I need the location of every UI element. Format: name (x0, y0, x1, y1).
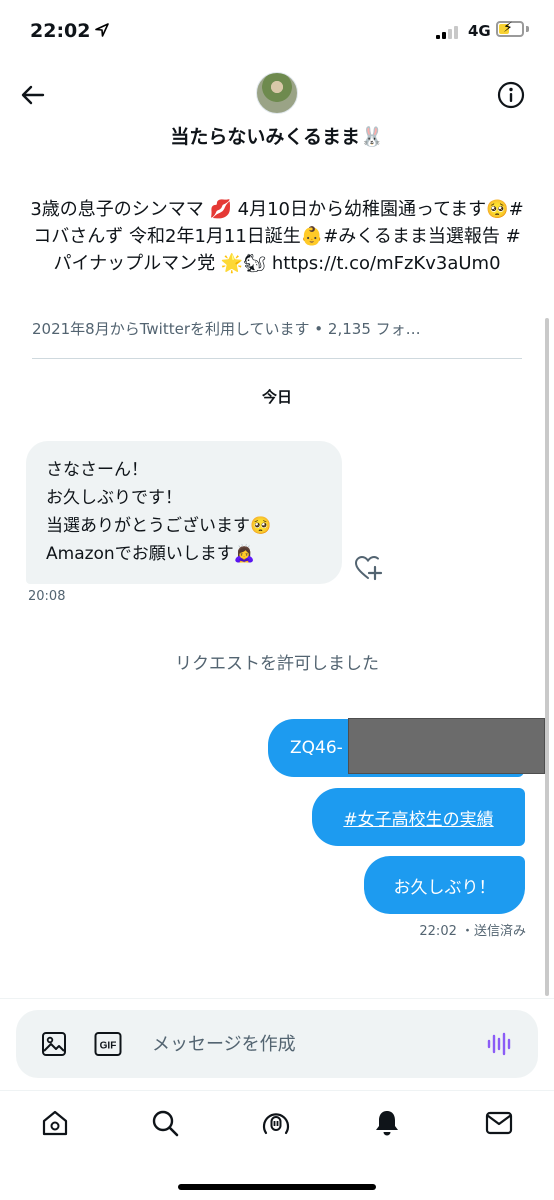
notifications-icon (376, 1111, 398, 1136)
home-indicator[interactable] (178, 1184, 376, 1190)
message-input[interactable] (152, 1030, 472, 1058)
message-line: Amazonでお願いします🙇‍♀️ (46, 544, 255, 564)
sent-message[interactable]: お久しぶり！ (364, 856, 525, 914)
signal-icon (436, 25, 462, 39)
tab-spaces[interactable] (259, 1106, 293, 1140)
voice-button[interactable] (486, 1030, 514, 1058)
network-type: 4G (468, 22, 491, 40)
gif-icon: GIF (94, 1032, 122, 1056)
battery-charging-icon: ⚡ (496, 20, 524, 37)
received-message[interactable]: さなさーん！ お久しぶりです！ 当選ありがとうございます🥺 Amazonでお願い… (26, 441, 342, 584)
sent-message-text: ZQ46- (290, 738, 343, 758)
info-icon (497, 81, 525, 109)
info-button[interactable] (494, 78, 528, 112)
voice-icon (487, 1032, 511, 1056)
status-bar: 22:02 4G ⚡ (0, 0, 554, 64)
sent-message[interactable]: #女子高校生の実績 (312, 788, 525, 846)
image-icon (42, 1032, 66, 1056)
message-line: さなさーん！ (46, 460, 148, 480)
profile-bio: 3歳の息子のシンママ 💋 4月10日から幼稚園通ってます🥺#コバさんず 令和2年… (30, 199, 524, 274)
back-arrow-icon (21, 85, 45, 105)
tabbar-divider (0, 1090, 554, 1091)
tab-search[interactable] (148, 1106, 182, 1140)
image-button[interactable] (40, 1030, 68, 1058)
divider (32, 358, 522, 359)
status-time: 22:02 (30, 20, 91, 42)
back-button[interactable] (16, 78, 50, 112)
message-composer: GIF (16, 1010, 538, 1078)
redaction-box (348, 718, 545, 774)
scrollbar[interactable] (545, 318, 549, 996)
message-line: お久しぶりです！ (46, 488, 182, 508)
sent-message-text: お久しぶり！ (393, 877, 496, 898)
profile-meta[interactable]: 2021年8月からTwitterを利用しています • 2,135 フォ… (32, 318, 522, 339)
location-arrow-icon (95, 23, 109, 37)
home-icon (42, 1110, 68, 1136)
tab-messages[interactable] (482, 1106, 516, 1140)
date-separator: 今日 (261, 388, 292, 406)
message-line: 当選ありがとうございます🥺 (46, 516, 272, 536)
messages-icon (485, 1111, 513, 1135)
tab-notifications[interactable] (370, 1106, 404, 1140)
gif-button[interactable]: GIF (94, 1030, 122, 1058)
tab-home[interactable] (38, 1106, 72, 1140)
composer-divider (0, 998, 554, 999)
sent-status: 22:02 ・送信済み (419, 924, 526, 939)
avatar[interactable] (256, 72, 298, 114)
gif-label: GIF (100, 1041, 117, 1052)
request-accepted-note: リクエストを許可しました (175, 654, 379, 674)
spaces-icon (262, 1113, 290, 1135)
battery-tip (526, 26, 529, 32)
hashtag-link[interactable]: #女子高校生の実績 (343, 805, 493, 830)
add-reaction-icon[interactable] (353, 553, 383, 583)
search-icon (152, 1110, 179, 1137)
received-timestamp: 20:08 (28, 589, 66, 604)
conversation-title[interactable]: 当たらないみくるまま🐰 (0, 122, 554, 149)
